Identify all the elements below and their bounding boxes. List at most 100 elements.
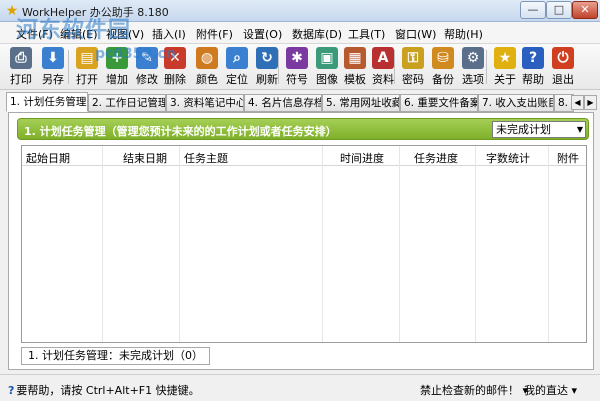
edit-icon: ✎ [136,47,158,69]
add-icon: + [106,47,128,69]
toolbar-button-label: 图像 [316,73,338,86]
minimize-button[interactable]: — [520,1,546,19]
column-divider [322,146,323,342]
menu-view[interactable]: 视图(V) [106,26,144,42]
tab-scroll-right-icon[interactable]: ▶ [584,95,597,110]
toolbar-button-document[interactable]: A 资料 [368,46,398,88]
status-shortcut-text: 我的直达 [524,384,568,397]
menu-bar: 文件(F) 编辑(E) 视图(V) 插入(I) 附件(F) 设置(O) 数据库(… [0,22,600,44]
tab-scroll-left-icon[interactable]: ◀ [571,95,584,110]
exit-icon: ⏻ [552,47,574,69]
help-pointer-icon: ? [8,384,15,397]
menu-file[interactable]: 文件(F) [16,26,53,42]
menu-window[interactable]: 窗口(W) [395,26,436,42]
title-bar: ★ WorkHelper 办公助手 8.180 — □ ✕ [0,0,600,22]
plan-filter-value: 未完成计划 [496,123,551,136]
tab-business-cards[interactable]: 4. 名片信息存档 [244,94,322,112]
toolbar-button-color[interactable]: ◍ 颜色 [192,46,222,88]
toolbar-button-locate[interactable]: ⌕ 定位 [222,46,252,88]
template-icon: ▦ [344,47,366,69]
menu-tools[interactable]: 工具(T) [348,26,385,42]
toolbar-button-edit[interactable]: ✎ 修改 [132,46,162,88]
section-banner: 1. 计划任务管理（管理您预计未来的的工作计划或者任务安排） 未完成计划 ▼ [17,118,589,140]
toolbar-button-label: 定位 [226,73,248,86]
toolbar-button-label: 删除 [164,73,186,86]
toolbar-button-open-folder[interactable]: ▤ 打开 [72,46,102,88]
col-attachment[interactable]: 附件 [557,150,579,166]
tab-file-records[interactable]: 6. 重要文件备案 [400,94,478,112]
menu-attachment[interactable]: 附件(F) [196,26,233,42]
tab-plan-tasks[interactable]: 1. 计划任务管理 [6,92,88,112]
col-start-date[interactable]: 起始日期 [26,150,70,166]
column-divider [399,146,400,342]
toolbar-button-label: 打印 [10,73,32,86]
status-bar: ? 要帮助，请按 Ctrl+Alt+F1 快捷键。 禁止检查新的邮件！ ▾ 我的直… [0,374,600,401]
toolbar-button-exit[interactable]: ⏻ 退出 [548,46,578,88]
column-divider [179,146,180,342]
bottom-tab-summary[interactable]: 1. 计划任务管理：未完成计划（0） [21,347,210,365]
toolbar-button-options[interactable]: ⚙ 选项 [458,46,488,88]
toolbar-button-label: 符号 [286,73,308,86]
tab-notes-center[interactable]: 3. 资料笔记中心 [166,94,244,112]
toolbar-separator [68,50,69,84]
menu-settings[interactable]: 设置(O) [243,26,282,42]
toolbar-button-label: 备份 [432,73,454,86]
toolbar-button-label: 资料 [372,73,394,86]
chevron-down-icon: ▼ [576,125,583,134]
col-task-subject[interactable]: 任务主题 [184,150,228,166]
symbol-icon: ✱ [286,47,308,69]
col-time-progress[interactable]: 时间进度 [340,150,384,166]
toolbar-button-save-as[interactable]: ⬇ 另存 [38,46,68,88]
help-icon: ? [522,47,544,69]
status-shortcut[interactable]: 我的直达 ▾ [524,382,577,398]
col-task-progress[interactable]: 任务进度 [414,150,458,166]
toolbar-button-label: 退出 [552,73,574,86]
toolbar-button-star[interactable]: ★ 关于 [490,46,520,88]
col-word-count[interactable]: 字数统计 [486,150,530,166]
column-divider [102,146,103,342]
menu-help[interactable]: 帮助(H) [444,26,483,42]
chevron-down-icon: ▾ [571,384,578,397]
toolbar-button-help[interactable]: ? 帮助 [518,46,548,88]
toolbar-button-refresh[interactable]: ↻ 刷新 [252,46,282,88]
menu-database[interactable]: 数据库(D) [292,26,342,42]
status-help: ? 要帮助，请按 Ctrl+Alt+F1 快捷键。 [8,382,200,398]
close-button[interactable]: ✕ [572,1,598,19]
tab-strip: 1. 计划任务管理 2. 工作日记管理 3. 资料笔记中心 4. 名片信息存档 … [6,92,600,112]
tab-favorite-urls[interactable]: 5. 常用网址收藏 [322,94,400,112]
toolbar-button-label: 增加 [106,73,128,86]
toolbar-button-label: 修改 [136,73,158,86]
menu-edit[interactable]: 编辑(E) [60,26,98,42]
backup-icon: ⛁ [432,47,454,69]
toolbar-button-label: 密码 [402,73,424,86]
task-table[interactable]: 起始日期 结束日期 任务主题 时间进度 任务进度 字数统计 附件 [21,145,587,343]
toolbar-button-label: 关于 [494,73,516,86]
toolbar-button-label: 模板 [344,73,366,86]
toolbar-button-backup[interactable]: ⛁ 备份 [428,46,458,88]
column-divider [548,146,549,342]
col-end-date[interactable]: 结束日期 [123,150,167,166]
toolbar-button-label: 刷新 [256,73,278,86]
window-title: WorkHelper 办公助手 8.180 [22,6,169,19]
delete-icon: ✕ [164,47,186,69]
status-mail[interactable]: 禁止检查新的邮件！ ▾ [420,382,528,398]
plan-filter-select[interactable]: 未完成计划 ▼ [492,121,586,138]
menu-insert[interactable]: 插入(I) [152,26,186,42]
toolbar-button-image[interactable]: ▣ 图像 [312,46,342,88]
toolbar-button-symbol[interactable]: ✱ 符号 [282,46,312,88]
star-icon: ★ [494,47,516,69]
toolbar-button-printer[interactable]: ⎙ 打印 [6,46,36,88]
toolbar-button-add[interactable]: + 增加 [102,46,132,88]
maximize-button[interactable]: □ [546,1,572,19]
tab-accounts[interactable]: 7. 收入支出账目 [478,94,554,112]
toolbar-button-template[interactable]: ▦ 模板 [340,46,370,88]
toolbar-button-label: 帮助 [522,73,544,86]
toolbar-button-delete[interactable]: ✕ 删除 [160,46,190,88]
toolbar-button-key[interactable]: ⚿ 密码 [398,46,428,88]
table-header: 起始日期 结束日期 任务主题 时间进度 任务进度 字数统计 附件 [22,146,586,166]
document-icon: A [372,47,394,69]
status-mail-text: 禁止检查新的邮件！ [420,384,519,397]
toolbar-button-label: 另存 [42,73,64,86]
tab-work-diary[interactable]: 2. 工作日记管理 [88,94,166,112]
toolbar-button-label: 选项 [462,73,484,86]
